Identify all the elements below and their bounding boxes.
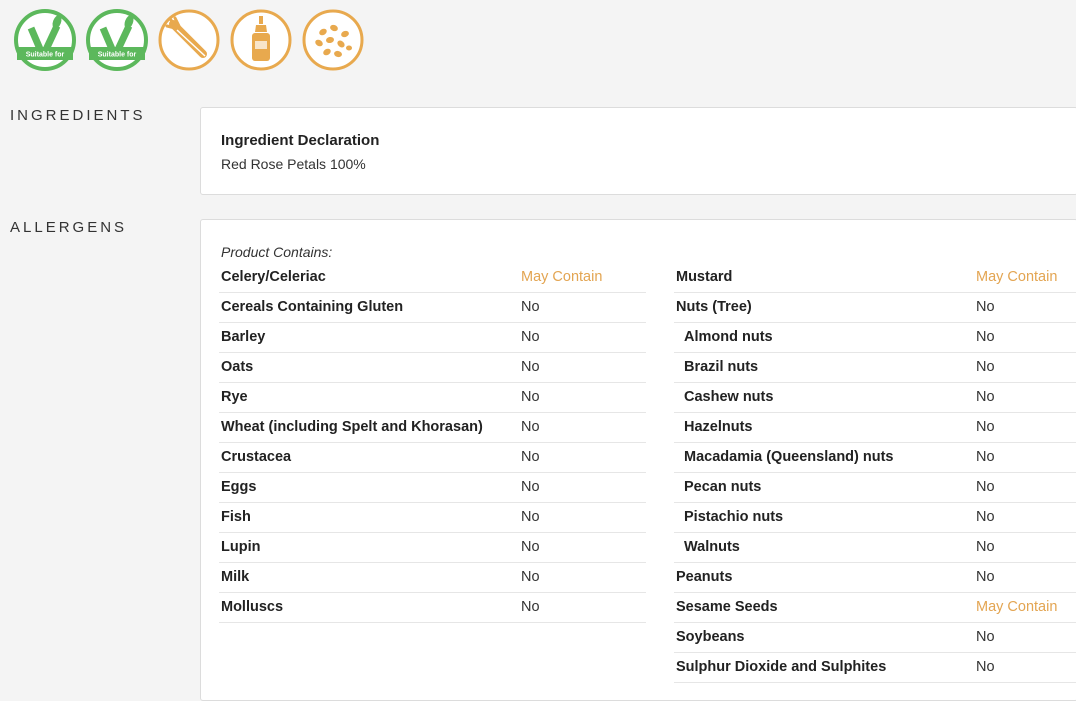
- allergen-row: Macadamia (Queensland) nuts No: [674, 443, 1076, 473]
- allergen-list-left: Celery/Celeriac May Contain Cereals Contai…: [219, 263, 646, 623]
- allergen-status: No: [521, 299, 540, 315]
- allergen-row: Celery/Celeriac May Contain: [219, 263, 646, 293]
- allergen-status: No: [521, 449, 540, 465]
- allergen-name: Almond nuts: [684, 329, 773, 345]
- allergen-row: Rye No: [219, 383, 646, 413]
- celery-icon: [157, 8, 221, 72]
- allergen-status: No: [521, 359, 540, 375]
- allergen-row: Mustard May Contain: [674, 263, 1076, 293]
- allergen-row: Milk No: [219, 563, 646, 593]
- allergen-status: No: [521, 509, 540, 525]
- vegetarian-icon: Suitable for: [13, 8, 77, 72]
- allergen-row: Cereals Containing Gluten No: [219, 293, 646, 323]
- allergen-name: Rye: [221, 389, 248, 405]
- allergen-row: Peanuts No: [674, 563, 1076, 593]
- allergens-heading: ALLERGENS: [10, 219, 128, 236]
- allergen-name: Celery/Celeriac: [221, 269, 326, 285]
- allergen-status: May Contain: [976, 269, 1058, 285]
- allergen-status: No: [521, 539, 540, 555]
- allergen-row: Nuts (Tree) No: [674, 293, 1076, 323]
- allergen-name: Eggs: [221, 479, 257, 495]
- allergen-name: Macadamia (Queensland) nuts: [684, 449, 894, 465]
- allergen-name: Crustacea: [221, 449, 292, 465]
- ingredients-heading: INGREDIENTS: [10, 107, 146, 124]
- allergen-row: Sesame Seeds May Contain: [674, 593, 1076, 623]
- allergen-name: Cereals Containing Gluten: [221, 299, 404, 315]
- allergen-row: Fish No: [219, 503, 646, 533]
- allergen-status: No: [976, 389, 995, 405]
- allergen-status: No: [976, 569, 995, 585]
- sesame-icon: [301, 8, 365, 72]
- allergen-status: No: [521, 479, 540, 495]
- allergen-name: Pecan nuts: [684, 479, 762, 495]
- ingredient-declaration-text: Red Rose Petals 100%: [221, 156, 366, 172]
- allergen-name: Peanuts: [676, 569, 733, 585]
- allergen-name: Nuts (Tree): [676, 299, 752, 315]
- allergen-name: Sesame Seeds: [676, 599, 778, 615]
- allergen-status: No: [976, 359, 995, 375]
- allergen-row: Wheat (including Spelt and Khorasan) No: [219, 413, 646, 443]
- allergen-status: No: [521, 599, 540, 615]
- dietary-badges: Suitable for Suitable for: [13, 8, 365, 72]
- allergen-row: Hazelnuts No: [674, 413, 1076, 443]
- allergen-name: Sulphur Dioxide and Sulphites: [676, 659, 887, 675]
- allergen-name: Pistachio nuts: [684, 509, 784, 525]
- badge-label: Suitable for: [98, 52, 137, 59]
- allergen-row: Almond nuts No: [674, 323, 1076, 353]
- allergen-status: No: [976, 449, 995, 465]
- allergen-status: No: [521, 569, 540, 585]
- allergen-row: Cashew nuts No: [674, 383, 1076, 413]
- allergen-status: May Contain: [976, 599, 1058, 615]
- allergen-name: Fish: [221, 509, 251, 525]
- allergen-name: Molluscs: [221, 599, 284, 615]
- allergen-list-right: Mustard May Contain Nuts (Tree) No Almond nu…: [674, 263, 1076, 683]
- allergen-name: Lupin: [221, 539, 261, 555]
- allergen-status: May Contain: [521, 269, 603, 285]
- allergen-name: Cashew nuts: [684, 389, 774, 405]
- allergen-name: Brazil nuts: [684, 359, 759, 375]
- allergen-row: Barley No: [219, 323, 646, 353]
- allergen-name: Walnuts: [684, 539, 740, 555]
- allergen-name: Wheat (including Spelt and Khorasan): [221, 419, 483, 435]
- allergen-name: Milk: [221, 569, 250, 585]
- allergens-card: Product Contains: Celery/Celeriac May Con…: [200, 219, 1076, 701]
- allergen-name: Barley: [221, 329, 266, 345]
- allergen-status: No: [976, 329, 995, 345]
- allergen-row: Pistachio nuts No: [674, 503, 1076, 533]
- mustard-icon: [229, 8, 293, 72]
- allergen-row: Eggs No: [219, 473, 646, 503]
- vegan-icon: Suitable for: [85, 8, 149, 72]
- allergen-name: Oats: [221, 359, 254, 375]
- allergen-status: No: [976, 299, 995, 315]
- allergen-row: Crustacea No: [219, 443, 646, 473]
- allergen-status: No: [976, 479, 995, 495]
- allergen-row: Pecan nuts No: [674, 473, 1076, 503]
- allergen-row: Walnuts No: [674, 533, 1076, 563]
- ingredient-declaration-title: Ingredient Declaration: [221, 132, 380, 149]
- allergen-status: No: [976, 659, 995, 675]
- allergen-status: No: [976, 509, 995, 525]
- allergen-row: Soybeans No: [674, 623, 1076, 653]
- allergen-status: No: [976, 419, 995, 435]
- allergen-row: Brazil nuts No: [674, 353, 1076, 383]
- allergen-row: Molluscs No: [219, 593, 646, 623]
- allergen-row: Sulphur Dioxide and Sulphites No: [674, 653, 1076, 683]
- allergen-row: Lupin No: [219, 533, 646, 563]
- allergen-status: No: [521, 419, 540, 435]
- product-contains-label: Product Contains:: [221, 244, 333, 260]
- ingredients-card: Ingredient Declaration Red Rose Petals 1…: [200, 107, 1076, 195]
- allergen-row: Oats No: [219, 353, 646, 383]
- allergen-name: Soybeans: [676, 629, 745, 645]
- allergen-status: No: [976, 539, 995, 555]
- allergen-status: No: [976, 629, 995, 645]
- allergen-name: Mustard: [676, 269, 733, 285]
- allergen-name: Hazelnuts: [684, 419, 753, 435]
- allergen-status: No: [521, 389, 540, 405]
- badge-label: Suitable for: [26, 52, 65, 59]
- allergen-status: No: [521, 329, 540, 345]
